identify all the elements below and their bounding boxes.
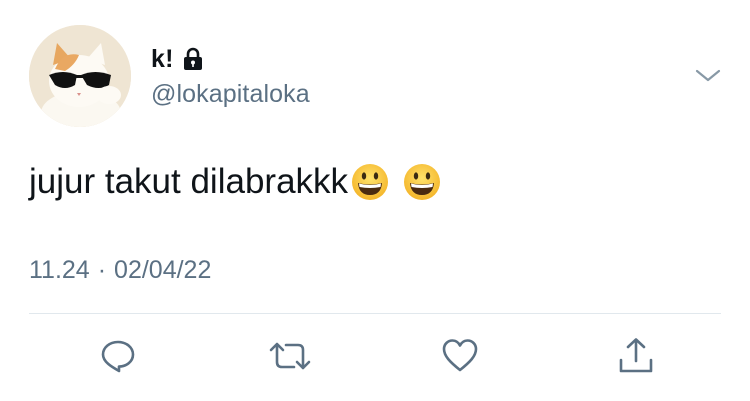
like-button[interactable] (440, 336, 480, 376)
chevron-down-icon (695, 69, 721, 82)
grinning-face-emoji (350, 162, 390, 202)
more-options-button[interactable] (693, 64, 723, 86)
divider (29, 313, 721, 314)
avatar[interactable] (29, 25, 131, 127)
tweet-text: jujur takut dilabrakkk (29, 162, 442, 202)
retweet-icon (269, 342, 311, 370)
retweet-button[interactable] (268, 336, 311, 376)
user-handle[interactable]: @lokapitaloka (151, 80, 310, 109)
tweet-date: 02/04/22 (114, 256, 212, 284)
share-icon (619, 338, 653, 373)
reply-icon (101, 340, 135, 373)
tweet-body: jujur takut dilabrakkk (29, 162, 349, 201)
grinning-face-emoji (402, 162, 442, 202)
reply-button[interactable] (98, 336, 138, 376)
tweet-actions-bar (0, 330, 750, 380)
tweet-card: k! @lokapitaloka jujur takut dilabrakkk (0, 0, 750, 401)
share-button[interactable] (616, 336, 656, 376)
avatar-cat-image (29, 25, 131, 127)
display-name[interactable]: k! (151, 45, 174, 74)
like-icon (442, 339, 478, 372)
lock-icon (182, 47, 204, 71)
timestamp-separator: · (97, 256, 107, 284)
author-name-row: k! (151, 44, 204, 74)
tweet-timestamp[interactable]: 11.24 · 02/04/22 (29, 256, 211, 285)
tweet-time: 11.24 (29, 256, 90, 284)
